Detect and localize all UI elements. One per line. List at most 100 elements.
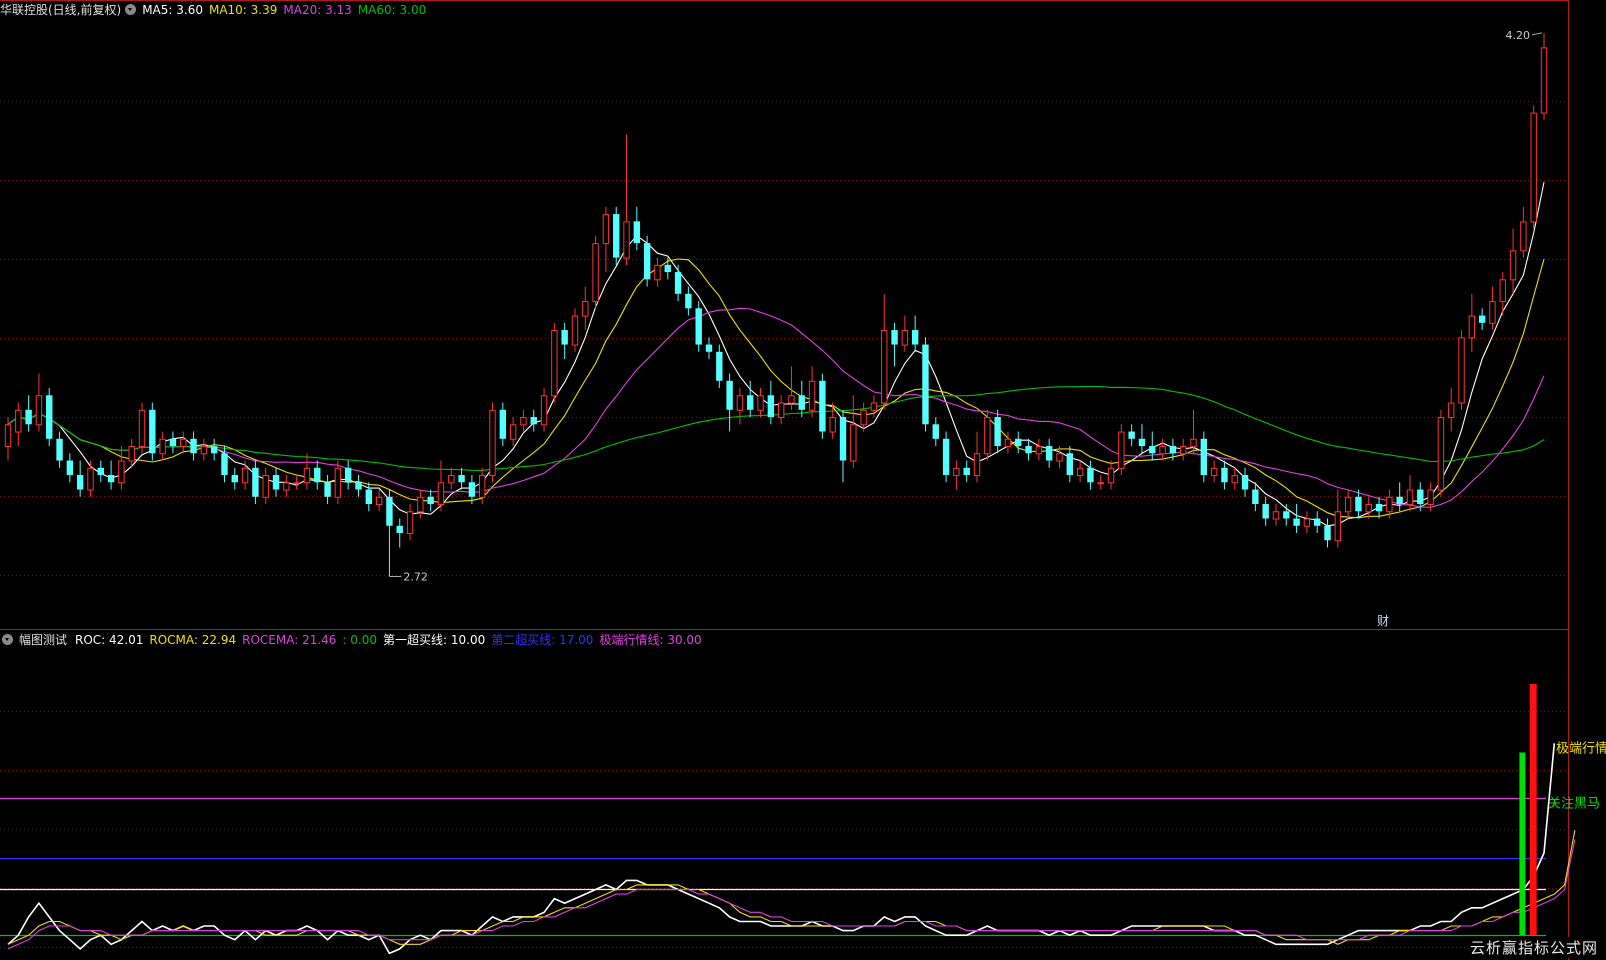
candle: [1324, 518, 1331, 548]
candle-body: [159, 438, 166, 455]
candle: [726, 373, 733, 432]
candle-body: [602, 214, 610, 245]
candle-body: [1303, 518, 1311, 527]
candle: [448, 467, 455, 490]
candle: [210, 438, 218, 461]
candle: [530, 409, 537, 432]
candle-body: [1241, 475, 1249, 490]
candle-body: [1200, 438, 1208, 476]
candle-body: [963, 467, 970, 476]
candle-body: [355, 482, 362, 490]
candle: [1540, 32, 1548, 120]
candle: [344, 460, 352, 490]
candle: [1241, 467, 1249, 497]
sub-grid: [0, 711, 1568, 948]
candle-body: [128, 446, 135, 462]
indicator-value: 第二超买线: 17.00: [491, 633, 594, 647]
candle: [1118, 424, 1125, 476]
candle-body: [283, 482, 290, 491]
candle: [1097, 475, 1104, 490]
price-annotations: 4.20 2.72 财: [389, 29, 1543, 628]
candle-body: [1365, 504, 1372, 513]
candle-body: [922, 344, 929, 425]
candle: [427, 489, 434, 512]
indicator-value: 极端行情线: 30.00: [599, 633, 702, 647]
candle: [942, 431, 950, 483]
candle-body: [674, 272, 682, 294]
sub-indicator-values: ROC: 42.01 ROCMA: 22.94 ROCEMA: 21.46: 0.0…: [75, 633, 708, 647]
candle: [1087, 460, 1094, 490]
candle-body: [262, 475, 269, 498]
candle-body: [1499, 279, 1506, 303]
candle: [314, 460, 321, 490]
candle-body: [1283, 511, 1290, 519]
candle-body: [1210, 467, 1218, 477]
candle: [293, 475, 300, 490]
candle: [994, 409, 1001, 454]
candle-body: [540, 395, 548, 426]
candle: [190, 431, 197, 461]
candle-body: [592, 243, 599, 303]
candle-body: [819, 380, 826, 432]
candle: [1066, 446, 1073, 483]
candle: [1283, 504, 1290, 526]
candle: [1221, 460, 1228, 490]
candle: [499, 402, 507, 447]
candle: [932, 417, 939, 447]
candle-body: [643, 243, 651, 280]
candle: [15, 402, 22, 447]
main-panel-title[interactable]: 华联控股(日线,前复权): [0, 3, 121, 17]
sub-panel-title[interactable]: 幅图测试: [19, 633, 67, 647]
candle: [489, 402, 496, 483]
candle-body: [1448, 402, 1455, 419]
dropdown-icon[interactable]: [125, 4, 137, 15]
chart-canvas: 4.20 2.72 财 极端行情关注黑马: [0, 0, 1606, 960]
candle-body: [664, 264, 671, 273]
candle: [66, 453, 74, 483]
candle: [1344, 489, 1352, 519]
candle: [798, 380, 805, 418]
candle-body: [1076, 467, 1084, 477]
candle: [1520, 206, 1527, 258]
candle-body: [1272, 511, 1280, 520]
candle-body: [427, 496, 434, 505]
candle-body: [685, 293, 692, 309]
candle: [200, 438, 208, 461]
candle: [1200, 431, 1208, 483]
candle: [1045, 438, 1053, 468]
candle: [76, 460, 84, 497]
candle-body: [726, 380, 733, 410]
candle-body: [530, 417, 537, 425]
candle: [1262, 496, 1269, 526]
candle: [1272, 504, 1280, 526]
candle: [705, 337, 713, 360]
candle: [695, 301, 702, 352]
candle-body: [1190, 438, 1197, 448]
indicator-value: MA20: 3.13: [283, 3, 352, 17]
candle-body: [705, 344, 713, 352]
candle: [551, 322, 558, 403]
candle: [1509, 228, 1517, 294]
candle-body: [1004, 438, 1012, 448]
candle: [355, 475, 362, 497]
candle-body: [272, 475, 280, 490]
candle: [1458, 330, 1465, 410]
candle-body: [489, 409, 496, 477]
candle-body: [839, 417, 847, 461]
indicator-value: : 0.00: [342, 633, 378, 647]
candle: [1128, 424, 1135, 447]
dropdown-icon[interactable]: [2, 634, 13, 645]
indicator-value: MA5: 3.60: [142, 3, 203, 17]
candle: [1004, 431, 1012, 454]
candle: [839, 409, 847, 483]
candle: [1489, 286, 1496, 331]
candle-body: [87, 467, 94, 491]
candle-body: [417, 496, 424, 513]
candle: [1448, 388, 1455, 432]
candle: [46, 388, 53, 447]
candle: [1437, 409, 1445, 497]
candle-body: [448, 475, 455, 484]
candle-body: [169, 438, 177, 447]
candle: [375, 489, 383, 512]
candle-body: [1324, 525, 1331, 541]
